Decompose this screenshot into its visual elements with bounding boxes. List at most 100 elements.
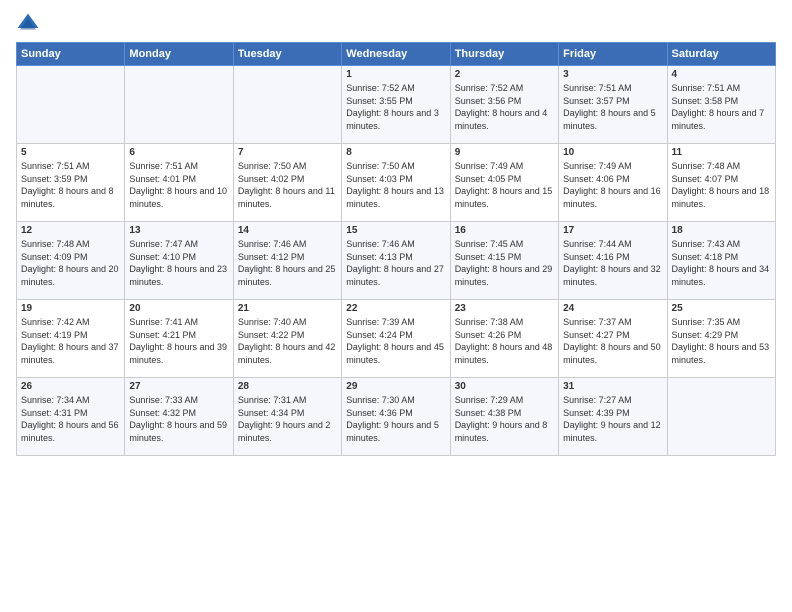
cell-content: Sunrise: 7:30 AM Sunset: 4:36 PM Dayligh…: [346, 394, 445, 444]
day-number: 4: [672, 69, 771, 80]
day-number: 7: [238, 147, 337, 158]
col-header-saturday: Saturday: [667, 43, 775, 66]
cell-content: Sunrise: 7:41 AM Sunset: 4:21 PM Dayligh…: [129, 316, 228, 366]
col-header-sunday: Sunday: [17, 43, 125, 66]
week-row-5: 26 Sunrise: 7:34 AM Sunset: 4:31 PM Dayli…: [17, 378, 776, 456]
logo: [16, 12, 44, 36]
calendar-cell: 27 Sunrise: 7:33 AM Sunset: 4:32 PM Dayli…: [125, 378, 233, 456]
calendar-cell: 30Sunrise: 7:29 AM Sunset: 4:38 PM Dayli…: [450, 378, 558, 456]
cell-content: Sunrise: 7:52 AM Sunset: 3:55 PM Dayligh…: [346, 82, 445, 132]
day-number: 15: [346, 225, 445, 236]
calendar-cell: 15Sunrise: 7:46 AM Sunset: 4:13 PM Dayli…: [342, 222, 450, 300]
calendar-cell: 4 Sunrise: 7:51 AM Sunset: 3:58 PM Daylig…: [667, 66, 775, 144]
day-number: 26: [21, 381, 120, 392]
cell-content: Sunrise: 7:42 AM Sunset: 4:19 PM Dayligh…: [21, 316, 120, 366]
cell-content: Sunrise: 7:45 AM Sunset: 4:15 PM Dayligh…: [455, 238, 554, 288]
day-number: 12: [21, 225, 120, 236]
header: [16, 12, 776, 36]
week-row-1: 1 Sunrise: 7:52 AM Sunset: 3:55 PM Daylig…: [17, 66, 776, 144]
cell-content: Sunrise: 7:33 AM Sunset: 4:32 PM Dayligh…: [129, 394, 228, 444]
calendar-cell: 21 Sunrise: 7:40 AM Sunset: 4:22 PM Dayli…: [233, 300, 341, 378]
day-number: 13: [129, 225, 228, 236]
cell-content: Sunrise: 7:48 AM Sunset: 4:09 PM Dayligh…: [21, 238, 120, 288]
calendar-cell: 7 Sunrise: 7:50 AM Sunset: 4:02 PM Daylig…: [233, 144, 341, 222]
day-number: 19: [21, 303, 120, 314]
day-number: 22: [346, 303, 445, 314]
day-number: 17: [563, 225, 662, 236]
day-number: 9: [455, 147, 554, 158]
week-row-2: 5 Sunrise: 7:51 AM Sunset: 3:59 PM Daylig…: [17, 144, 776, 222]
calendar-cell: [125, 66, 233, 144]
day-number: 5: [21, 147, 120, 158]
cell-content: Sunrise: 7:49 AM Sunset: 4:06 PM Dayligh…: [563, 160, 662, 210]
logo-icon: [16, 12, 40, 36]
calendar-cell: 17 Sunrise: 7:44 AM Sunset: 4:16 PM Dayli…: [559, 222, 667, 300]
calendar-cell: 3Sunrise: 7:51 AM Sunset: 3:57 PM Daylig…: [559, 66, 667, 144]
day-number: 2: [455, 69, 554, 80]
week-row-3: 12 Sunrise: 7:48 AM Sunset: 4:09 PM Dayli…: [17, 222, 776, 300]
calendar-cell: 24 Sunrise: 7:37 AM Sunset: 4:27 PM Dayli…: [559, 300, 667, 378]
calendar-cell: 20 Sunrise: 7:41 AM Sunset: 4:21 PM Dayli…: [125, 300, 233, 378]
day-number: 16: [455, 225, 554, 236]
calendar-cell: 22 Sunrise: 7:39 AM Sunset: 4:24 PM Dayli…: [342, 300, 450, 378]
cell-content: Sunrise: 7:43 AM Sunset: 4:18 PM Dayligh…: [672, 238, 771, 288]
cell-content: Sunrise: 7:46 AM Sunset: 4:12 PM Dayligh…: [238, 238, 337, 288]
calendar-cell: 1 Sunrise: 7:52 AM Sunset: 3:55 PM Daylig…: [342, 66, 450, 144]
calendar-cell: 23 Sunrise: 7:38 AM Sunset: 4:26 PM Dayli…: [450, 300, 558, 378]
col-header-thursday: Thursday: [450, 43, 558, 66]
col-header-monday: Monday: [125, 43, 233, 66]
cell-content: Sunrise: 7:50 AM Sunset: 4:02 PM Dayligh…: [238, 160, 337, 210]
calendar-table: SundayMondayTuesdayWednesdayThursdayFrid…: [16, 42, 776, 456]
calendar-cell: [233, 66, 341, 144]
day-number: 18: [672, 225, 771, 236]
calendar-cell: 14Sunrise: 7:46 AM Sunset: 4:12 PM Dayli…: [233, 222, 341, 300]
col-header-wednesday: Wednesday: [342, 43, 450, 66]
cell-content: Sunrise: 7:51 AM Sunset: 3:59 PM Dayligh…: [21, 160, 120, 210]
header-row: SundayMondayTuesdayWednesdayThursdayFrid…: [17, 43, 776, 66]
day-number: 10: [563, 147, 662, 158]
cell-content: Sunrise: 7:39 AM Sunset: 4:24 PM Dayligh…: [346, 316, 445, 366]
day-number: 30: [455, 381, 554, 392]
cell-content: Sunrise: 7:37 AM Sunset: 4:27 PM Dayligh…: [563, 316, 662, 366]
calendar-cell: 26 Sunrise: 7:34 AM Sunset: 4:31 PM Dayli…: [17, 378, 125, 456]
day-number: 8: [346, 147, 445, 158]
cell-content: Sunrise: 7:48 AM Sunset: 4:07 PM Dayligh…: [672, 160, 771, 210]
calendar-cell: 29Sunrise: 7:30 AM Sunset: 4:36 PM Dayli…: [342, 378, 450, 456]
day-number: 11: [672, 147, 771, 158]
day-number: 27: [129, 381, 228, 392]
page-container: SundayMondayTuesdayWednesdayThursdayFrid…: [0, 0, 792, 612]
day-number: 3: [563, 69, 662, 80]
cell-content: Sunrise: 7:44 AM Sunset: 4:16 PM Dayligh…: [563, 238, 662, 288]
calendar-cell: 28Sunrise: 7:31 AM Sunset: 4:34 PM Dayli…: [233, 378, 341, 456]
calendar-cell: 11 Sunrise: 7:48 AM Sunset: 4:07 PM Dayli…: [667, 144, 775, 222]
cell-content: Sunrise: 7:40 AM Sunset: 4:22 PM Dayligh…: [238, 316, 337, 366]
day-number: 6: [129, 147, 228, 158]
day-number: 25: [672, 303, 771, 314]
col-header-tuesday: Tuesday: [233, 43, 341, 66]
day-number: 20: [129, 303, 228, 314]
calendar-cell: 31Sunrise: 7:27 AM Sunset: 4:39 PM Dayli…: [559, 378, 667, 456]
calendar-cell: 13 Sunrise: 7:47 AM Sunset: 4:10 PM Dayli…: [125, 222, 233, 300]
cell-content: Sunrise: 7:50 AM Sunset: 4:03 PM Dayligh…: [346, 160, 445, 210]
calendar-cell: 5 Sunrise: 7:51 AM Sunset: 3:59 PM Daylig…: [17, 144, 125, 222]
day-number: 24: [563, 303, 662, 314]
calendar-cell: 12 Sunrise: 7:48 AM Sunset: 4:09 PM Dayli…: [17, 222, 125, 300]
day-number: 21: [238, 303, 337, 314]
col-header-friday: Friday: [559, 43, 667, 66]
cell-content: Sunrise: 7:51 AM Sunset: 3:58 PM Dayligh…: [672, 82, 771, 132]
calendar-cell: [667, 378, 775, 456]
calendar-cell: 2Sunrise: 7:52 AM Sunset: 3:56 PM Daylig…: [450, 66, 558, 144]
calendar-cell: 19 Sunrise: 7:42 AM Sunset: 4:19 PM Dayli…: [17, 300, 125, 378]
cell-content: Sunrise: 7:35 AM Sunset: 4:29 PM Dayligh…: [672, 316, 771, 366]
calendar-cell: 25 Sunrise: 7:35 AM Sunset: 4:29 PM Dayli…: [667, 300, 775, 378]
calendar-cell: 8 Sunrise: 7:50 AM Sunset: 4:03 PM Daylig…: [342, 144, 450, 222]
cell-content: Sunrise: 7:47 AM Sunset: 4:10 PM Dayligh…: [129, 238, 228, 288]
cell-content: Sunrise: 7:34 AM Sunset: 4:31 PM Dayligh…: [21, 394, 120, 444]
cell-content: Sunrise: 7:38 AM Sunset: 4:26 PM Dayligh…: [455, 316, 554, 366]
calendar-cell: 9Sunrise: 7:49 AM Sunset: 4:05 PM Daylig…: [450, 144, 558, 222]
day-number: 23: [455, 303, 554, 314]
day-number: 28: [238, 381, 337, 392]
cell-content: Sunrise: 7:27 AM Sunset: 4:39 PM Dayligh…: [563, 394, 662, 444]
calendar-cell: 6Sunrise: 7:51 AM Sunset: 4:01 PM Daylig…: [125, 144, 233, 222]
day-number: 1: [346, 69, 445, 80]
